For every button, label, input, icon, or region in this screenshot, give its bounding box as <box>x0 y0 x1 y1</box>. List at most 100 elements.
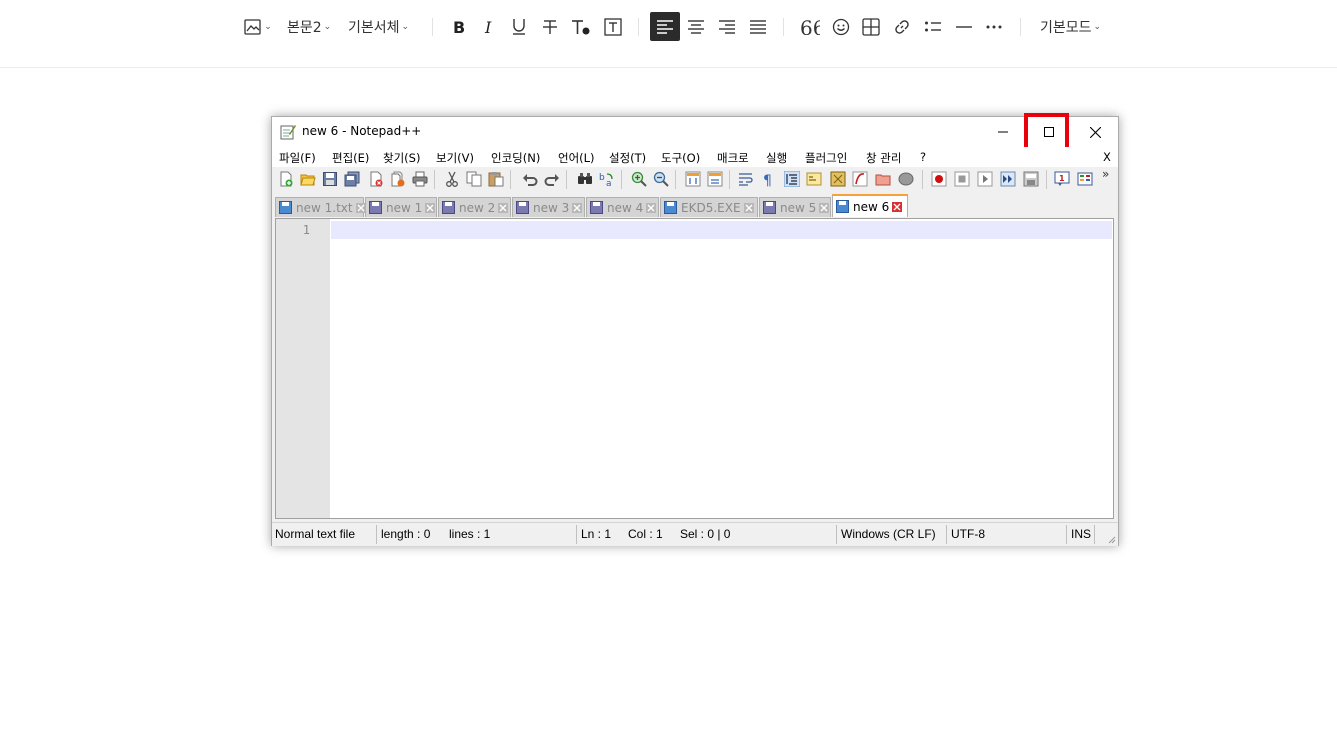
tab-new-1-txt[interactable]: new 1.txt <box>275 197 366 217</box>
menu-macro[interactable]: 매크로 <box>717 150 749 166</box>
panel-icon[interactable] <box>1077 171 1093 187</box>
menu-window[interactable]: 창 관리 <box>866 150 901 166</box>
tab-new-4[interactable]: new 4 <box>586 197 659 217</box>
word-wrap-icon[interactable] <box>738 171 754 187</box>
menu-close-document[interactable]: X <box>1103 150 1111 164</box>
find-icon[interactable] <box>577 171 593 187</box>
tab-new-1[interactable]: new 1 <box>365 197 437 217</box>
tab-close-icon[interactable] <box>743 202 754 213</box>
underline-button[interactable] <box>507 14 531 40</box>
align-right-button[interactable] <box>715 14 739 40</box>
close-button[interactable] <box>1072 117 1118 147</box>
tab-close-icon[interactable] <box>646 202 657 213</box>
align-justify-button[interactable] <box>746 14 770 40</box>
tab-close-icon[interactable] <box>498 202 509 213</box>
save-macro-icon[interactable] <box>1023 171 1039 187</box>
text-editor-area[interactable]: 1 <box>275 218 1114 519</box>
minimize-button[interactable] <box>980 117 1026 147</box>
toolbar-separator <box>922 170 923 189</box>
menu-encoding[interactable]: 인코딩(N) <box>491 150 540 166</box>
strikethrough-button[interactable] <box>538 14 562 40</box>
monitoring-icon[interactable] <box>898 171 914 187</box>
menu-plugins[interactable]: 플러그인 <box>805 150 847 166</box>
close-file-icon[interactable] <box>368 171 384 187</box>
mode-dropdown[interactable]: 기본모드 ⌄ <box>1040 14 1101 40</box>
table-button[interactable] <box>859 14 883 40</box>
tab-label: new 6 <box>853 199 890 214</box>
toolbar-separator <box>729 170 730 189</box>
menu-run[interactable]: 실행 <box>766 150 787 166</box>
emoji-button[interactable] <box>829 14 853 40</box>
menu-view[interactable]: 보기(V) <box>436 150 474 166</box>
save-all-icon[interactable] <box>344 171 360 187</box>
text-color-button[interactable] <box>569 14 593 40</box>
save-icon[interactable] <box>322 171 338 187</box>
run-macro-multiple-icon[interactable] <box>1000 171 1016 187</box>
function-list-icon[interactable] <box>852 171 868 187</box>
play-macro-icon[interactable] <box>977 171 993 187</box>
bold-button[interactable]: B <box>446 14 470 40</box>
bullet-list-button[interactable] <box>921 14 945 40</box>
chevron-down-icon: ⌄ <box>264 22 272 32</box>
tab-close-icon[interactable] <box>572 202 583 213</box>
paste-icon[interactable] <box>488 171 504 187</box>
svg-text:a: a <box>606 179 612 187</box>
new-file-icon[interactable] <box>278 171 294 187</box>
text-background-button[interactable] <box>601 14 625 40</box>
tab-close-icon[interactable] <box>425 202 436 213</box>
align-left-button[interactable] <box>650 12 680 41</box>
tab-new-6[interactable]: new 6 <box>832 194 908 217</box>
saved-file-icon <box>836 200 849 213</box>
tab-close-icon[interactable] <box>892 201 903 212</box>
tab-ekd5-exe[interactable]: EKD5.EXE <box>660 197 758 217</box>
tab-close-icon[interactable] <box>819 202 830 213</box>
bold-icon: B <box>453 19 465 35</box>
user-defined-language-icon[interactable] <box>806 171 822 187</box>
redo-icon[interactable] <box>544 171 560 187</box>
close-all-icon[interactable] <box>390 171 406 187</box>
align-center-button[interactable] <box>684 14 708 40</box>
copy-icon[interactable] <box>466 171 482 187</box>
show-all-characters-icon[interactable]: ¶ <box>760 171 776 187</box>
menu-language[interactable]: 언어(L) <box>558 150 595 166</box>
font-family-dropdown[interactable]: 기본서체 ⌄ <box>348 14 409 40</box>
paragraph-style-dropdown[interactable]: 본문2 ⌄ <box>287 14 331 40</box>
current-line-highlight <box>331 221 1112 239</box>
more-options-button[interactable] <box>982 14 1006 40</box>
sync-horizontal-icon[interactable] <box>707 171 723 187</box>
horizontal-rule-button[interactable] <box>952 14 976 40</box>
record-macro-icon[interactable] <box>931 171 947 187</box>
sync-vertical-icon[interactable] <box>685 171 701 187</box>
menu-settings[interactable]: 설정(T) <box>609 150 646 166</box>
undo-icon[interactable] <box>522 171 538 187</box>
zoom-out-icon[interactable] <box>653 171 669 187</box>
open-file-icon[interactable] <box>300 171 316 187</box>
menu-search[interactable]: 찾기(S) <box>383 150 420 166</box>
chevron-down-icon: ⌄ <box>1093 22 1102 32</box>
menu-tools[interactable]: 도구(O) <box>661 150 700 166</box>
tab-new-5[interactable]: new 5 <box>759 197 831 217</box>
folder-as-workspace-icon[interactable] <box>875 171 891 187</box>
document-map-icon[interactable] <box>830 171 846 187</box>
tab-new-2[interactable]: new 2 <box>438 197 511 217</box>
tab-new-3[interactable]: new 3 <box>512 197 585 217</box>
menu-file[interactable]: 파일(F) <box>279 150 316 166</box>
quote-button[interactable]: 66 <box>798 14 822 40</box>
indent-guide-icon[interactable] <box>784 171 800 187</box>
link-button[interactable] <box>890 14 914 40</box>
horizontal-line-icon <box>956 26 972 28</box>
stop-macro-icon[interactable] <box>954 171 970 187</box>
toolbar-overflow-button[interactable]: » <box>1102 167 1109 181</box>
menu-help[interactable]: ? <box>920 150 926 164</box>
resize-grip-icon[interactable] <box>1106 534 1116 544</box>
italic-button[interactable]: I <box>476 14 500 40</box>
print-icon[interactable] <box>412 171 428 187</box>
replace-icon[interactable]: ba <box>599 171 615 187</box>
unsaved-file-icon <box>763 201 776 214</box>
zoom-in-icon[interactable] <box>631 171 647 187</box>
menu-edit[interactable]: 편집(E) <box>332 150 369 166</box>
insert-image-button[interactable]: ⌄ <box>243 14 273 40</box>
status-insert-mode: INS <box>1071 527 1092 541</box>
cut-icon[interactable] <box>444 171 460 187</box>
spell-check-icon[interactable]: 1 <box>1054 171 1070 187</box>
